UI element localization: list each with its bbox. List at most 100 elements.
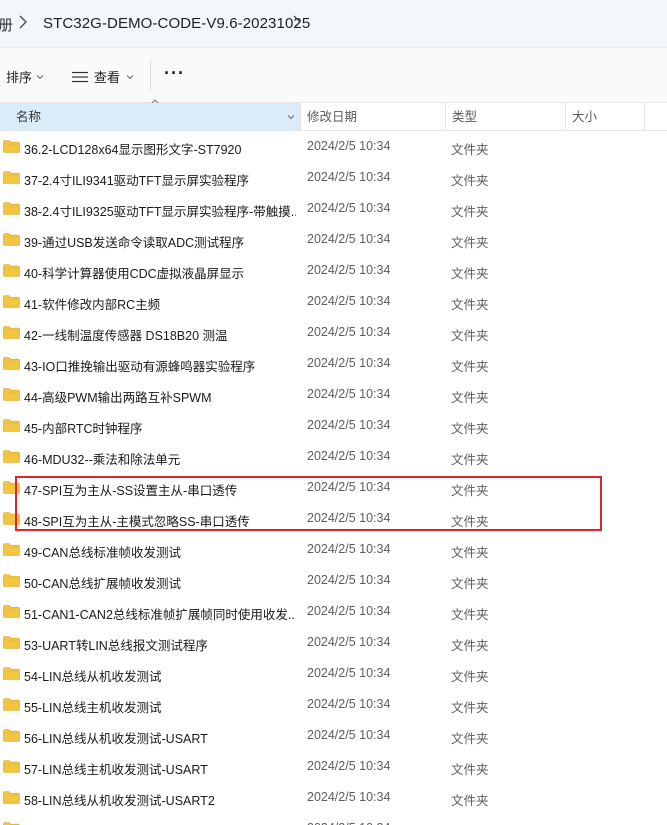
- file-row[interactable]: 55-LIN总线主机收发测试 2024/2/5 10:34 文件夹: [0, 689, 667, 720]
- file-name[interactable]: 46-MDU32--乘法和除法单元: [24, 449, 296, 468]
- file-row[interactable]: 39-通过USB发送命令读取ADC测试程序 2024/2/5 10:34 文件夹: [0, 224, 667, 255]
- chevron-down-icon: [36, 74, 44, 79]
- file-type: 文件夹: [451, 670, 489, 684]
- file-type: 文件夹: [451, 391, 489, 405]
- file-name[interactable]: 59-LIN总线主机收发测试-USART2: [24, 821, 296, 825]
- file-type: 文件夹: [451, 763, 489, 777]
- file-date: 2024/2/5 10:34: [307, 666, 391, 680]
- file-name[interactable]: 38-2.4寸ILI9325驱动TFT显示屏实验程序-带触摸...: [24, 201, 296, 220]
- file-date: 2024/2/5 10:34: [307, 387, 391, 401]
- file-name[interactable]: 41-软件修改内部RC主频: [24, 294, 296, 313]
- file-name[interactable]: 36.2-LCD128x64显示图形文字-ST7920: [24, 139, 296, 158]
- file-name[interactable]: 40-科学计算器使用CDC虚拟液晶屏显示: [24, 263, 296, 282]
- file-type: 文件夹: [451, 236, 489, 250]
- chevron-right-icon[interactable]: [292, 13, 302, 31]
- file-name[interactable]: 54-LIN总线从机收发测试: [24, 666, 296, 685]
- file-row[interactable]: 58-LIN总线从机收发测试-USART2 2024/2/5 10:34 文件夹: [0, 782, 667, 813]
- file-name[interactable]: 57-LIN总线主机收发测试-USART: [24, 759, 296, 778]
- file-type: 文件夹: [451, 639, 489, 653]
- file-type: 文件夹: [451, 360, 489, 374]
- file-row[interactable]: 37-2.4寸ILI9341驱动TFT显示屏实验程序 2024/2/5 10:34…: [0, 162, 667, 193]
- list-view-icon: [72, 71, 88, 82]
- file-date: 2024/2/5 10:34: [307, 542, 391, 556]
- command-bar: 排序 查看 ···: [0, 48, 667, 103]
- file-name[interactable]: 56-LIN总线从机收发测试-USART: [24, 728, 296, 747]
- file-name[interactable]: 58-LIN总线从机收发测试-USART2: [24, 790, 296, 809]
- file-name[interactable]: 43-IO口推挽输出驱动有源蜂鸣器实验程序: [24, 356, 296, 375]
- file-date: 2024/2/5 10:34: [307, 604, 391, 618]
- folder-icon: [3, 357, 20, 370]
- file-name[interactable]: 42-一线制温度传感器 DS18B20 测温: [24, 325, 296, 344]
- chevron-right-icon[interactable]: [18, 13, 28, 31]
- chevron-down-icon[interactable]: [287, 114, 295, 120]
- folder-icon: [3, 729, 20, 742]
- file-type: 文件夹: [451, 453, 489, 467]
- sort-button[interactable]: 排序: [6, 67, 44, 86]
- file-date: 2024/2/5 10:34: [307, 728, 391, 742]
- file-row[interactable]: 45-内部RTC时钟程序 2024/2/5 10:34 文件夹: [0, 410, 667, 441]
- folder-icon: [3, 574, 20, 587]
- file-row[interactable]: 44-高级PWM输出两路互补SPWM 2024/2/5 10:34 文件夹: [0, 379, 667, 410]
- folder-icon: [3, 388, 20, 401]
- file-row[interactable]: 46-MDU32--乘法和除法单元 2024/2/5 10:34 文件夹: [0, 441, 667, 472]
- column-header-size[interactable]: 大小: [565, 103, 645, 131]
- file-row[interactable]: 36.2-LCD128x64显示图形文字-ST7920 2024/2/5 10:3…: [0, 131, 667, 162]
- highlight-annotation-box: [15, 476, 602, 531]
- file-type: 文件夹: [451, 267, 489, 281]
- file-name[interactable]: 37-2.4寸ILI9341驱动TFT显示屏实验程序: [24, 170, 296, 189]
- breadcrumb-current-folder[interactable]: STC32G-DEMO-CODE-V9.6-20231025: [43, 15, 310, 32]
- file-row[interactable]: 41-软件修改内部RC主频 2024/2/5 10:34 文件夹: [0, 286, 667, 317]
- file-type: 文件夹: [451, 546, 489, 560]
- file-row[interactable]: 50-CAN总线扩展帧收发测试 2024/2/5 10:34 文件夹: [0, 565, 667, 596]
- file-name[interactable]: 50-CAN总线扩展帧收发测试: [24, 573, 296, 592]
- file-row[interactable]: 54-LIN总线从机收发测试 2024/2/5 10:34 文件夹: [0, 658, 667, 689]
- file-date: 2024/2/5 10:34: [307, 573, 391, 587]
- file-date: 2024/2/5 10:34: [307, 635, 391, 649]
- more-options-button[interactable]: ···: [164, 63, 185, 84]
- file-date: 2024/2/5 10:34: [307, 759, 391, 773]
- file-date: 2024/2/5 10:34: [307, 139, 391, 153]
- file-date: 2024/2/5 10:34: [307, 201, 391, 215]
- file-row[interactable]: 38-2.4寸ILI9325驱动TFT显示屏实验程序-带触摸... 2024/2/…: [0, 193, 667, 224]
- file-name[interactable]: 39-通过USB发送命令读取ADC测试程序: [24, 232, 296, 251]
- file-row[interactable]: 56-LIN总线从机收发测试-USART 2024/2/5 10:34 文件夹: [0, 720, 667, 751]
- folder-icon: [3, 202, 20, 215]
- file-name[interactable]: 51-CAN1-CAN2总线标准帧扩展帧同时使用收发...: [24, 604, 296, 623]
- file-date: 2024/2/5 10:34: [307, 170, 391, 184]
- file-name[interactable]: 49-CAN总线标准帧收发测试: [24, 542, 296, 561]
- file-type: 文件夹: [451, 422, 489, 436]
- file-name[interactable]: 53-UART转LIN总线报文测试程序: [24, 635, 296, 654]
- file-date: 2024/2/5 10:34: [307, 697, 391, 711]
- file-type: 文件夹: [451, 329, 489, 343]
- column-header-type[interactable]: 类型: [445, 103, 565, 131]
- column-header-date[interactable]: 修改日期: [300, 103, 445, 131]
- file-name[interactable]: 44-高级PWM输出两路互补SPWM: [24, 387, 296, 406]
- view-label: 查看: [94, 70, 121, 85]
- file-row[interactable]: 53-UART转LIN总线报文测试程序 2024/2/5 10:34 文件夹: [0, 627, 667, 658]
- file-type: 文件夹: [451, 577, 489, 591]
- breadcrumb-prev-item[interactable]: 册: [0, 14, 13, 35]
- view-button[interactable]: 查看: [72, 67, 134, 86]
- folder-icon: [3, 233, 20, 246]
- file-row[interactable]: 57-LIN总线主机收发测试-USART 2024/2/5 10:34 文件夹: [0, 751, 667, 782]
- sort-label: 排序: [6, 70, 33, 85]
- folder-icon: [3, 419, 20, 432]
- file-row[interactable]: 40-科学计算器使用CDC虚拟液晶屏显示 2024/2/5 10:34 文件夹: [0, 255, 667, 286]
- folder-icon: [3, 264, 20, 277]
- file-type: 文件夹: [451, 732, 489, 746]
- folder-icon: [3, 295, 20, 308]
- folder-icon: [3, 698, 20, 711]
- file-row[interactable]: 49-CAN总线标准帧收发测试 2024/2/5 10:34 文件夹: [0, 534, 667, 565]
- file-name[interactable]: 45-内部RTC时钟程序: [24, 418, 296, 437]
- file-date: 2024/2/5 10:34: [307, 821, 390, 825]
- file-date: 2024/2/5 10:34: [307, 232, 391, 246]
- file-row[interactable]: 42-一线制温度传感器 DS18B20 测温 2024/2/5 10:34 文件夹: [0, 317, 667, 348]
- file-name[interactable]: 55-LIN总线主机收发测试: [24, 697, 296, 716]
- file-row[interactable]: 43-IO口推挽输出驱动有源蜂鸣器实验程序 2024/2/5 10:34 文件夹: [0, 348, 667, 379]
- column-header-name-label: 名称: [16, 110, 42, 124]
- file-row[interactable]: 59-LIN总线主机收发测试-USART2 2024/2/5 10:34 文件夹: [0, 813, 667, 825]
- file-date: 2024/2/5 10:34: [307, 449, 391, 463]
- file-row[interactable]: 51-CAN1-CAN2总线标准帧扩展帧同时使用收发... 2024/2/5 10…: [0, 596, 667, 627]
- folder-icon: [3, 171, 20, 184]
- column-header-name[interactable]: 名称: [0, 103, 300, 131]
